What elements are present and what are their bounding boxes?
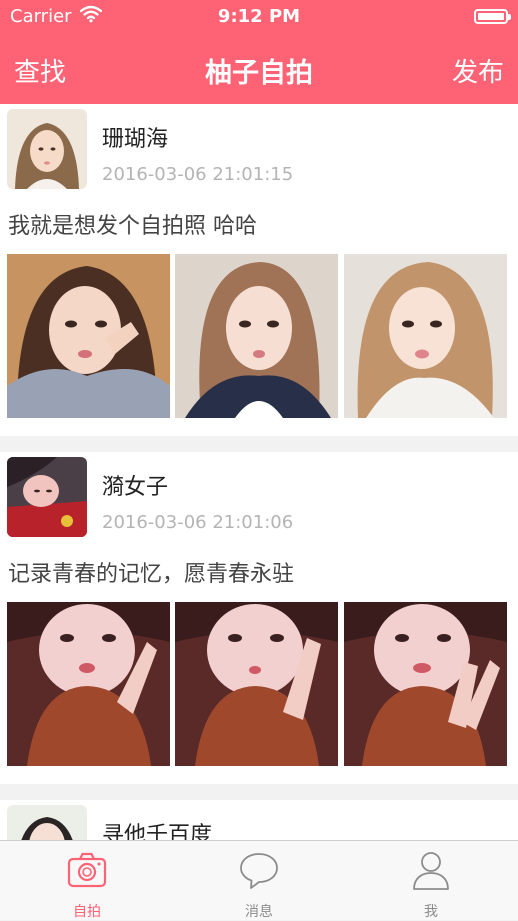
photo-grid [7,254,511,418]
publish-button[interactable]: 发布 [452,52,504,89]
avatar[interactable] [7,457,87,537]
tab-me[interactable]: 我 [371,841,491,921]
avatar[interactable] [7,109,87,189]
post-card: 漪女子 2016-03-06 21:01:06 记录青春的记忆，愿青春永驻 [0,452,518,784]
post-author[interactable]: 珊瑚海 [102,121,168,153]
post-time: 2016-03-06 21:01:15 [102,164,294,185]
post-author[interactable]: 寻他千百度 [102,817,212,840]
battery-icon [474,9,511,24]
tab-bar: 自拍 消息 我 [0,840,518,920]
post-card: 寻他千百度 [0,800,518,840]
tab-messages[interactable]: 消息 [199,841,319,921]
page-title: 柚子自拍 [205,58,313,89]
post-photo[interactable] [7,602,170,766]
post-time: 2016-03-06 21:01:06 [102,512,294,533]
tab-label: 自拍 [73,904,101,920]
tab-selfie[interactable]: 自拍 [27,841,147,921]
camera-icon [67,850,107,890]
post-text: 我就是想发个自拍照 哈哈 [8,214,257,239]
chat-bubble-icon [239,850,279,890]
person-icon [411,850,451,890]
post-author[interactable]: 漪女子 [102,469,168,501]
post-photo[interactable] [7,254,170,418]
post-text: 记录青春的记忆，愿青春永驻 [8,562,295,587]
tab-label: 消息 [245,904,273,920]
post-photo[interactable] [344,602,507,766]
post-photo[interactable] [175,602,338,766]
post-card: 珊瑚海 2016-03-06 21:01:15 我就是想发个自拍照 哈哈 [0,104,518,436]
status-bar: Carrier 9:12 PM [0,0,518,34]
feed-list[interactable]: 珊瑚海 2016-03-06 21:01:15 我就是想发个自拍照 哈哈 漪女子… [0,104,518,840]
photo-grid [7,602,511,766]
status-time: 9:12 PM [217,6,301,27]
post-photo[interactable] [344,254,507,418]
post-photo[interactable] [175,254,338,418]
avatar[interactable] [7,805,87,840]
header-bar: Carrier 9:12 PM 查找 柚子自拍 发布 [0,0,518,104]
tab-label: 我 [424,904,438,920]
